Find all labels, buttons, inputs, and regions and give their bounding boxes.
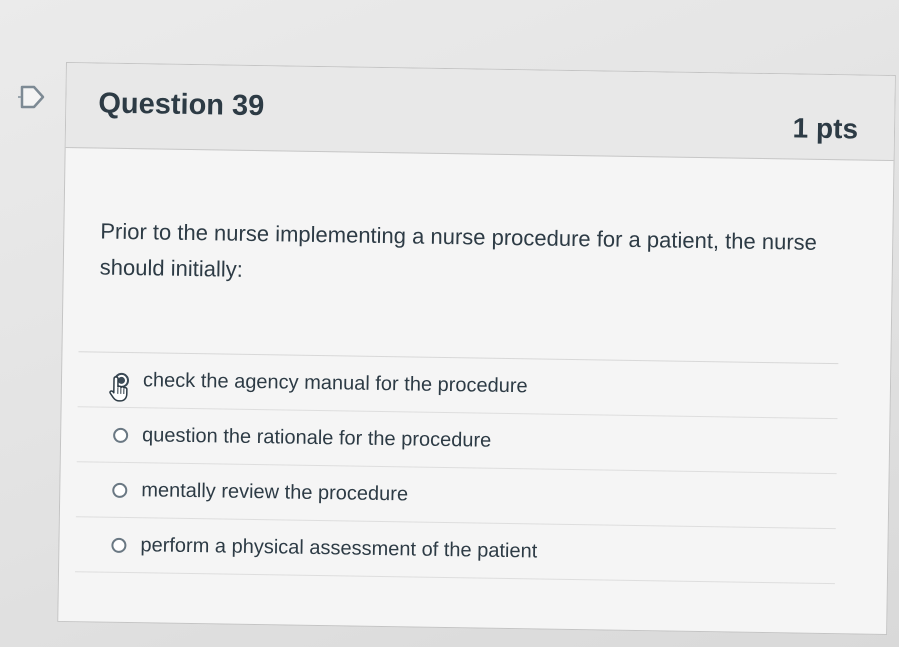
question-text: Prior to the nurse implementing a nurse …: [99, 218, 818, 282]
answer-list: check the agency manual for the procedur…: [74, 351, 839, 585]
hand-pointer-icon: [108, 375, 132, 403]
radio-button[interactable]: [111, 537, 127, 553]
question-card: Question 39 1 pts Prior to the nurse imp…: [57, 62, 896, 635]
question-header: Question 39 1 pts: [65, 63, 895, 162]
answer-label: question the rationale for the procedure: [141, 423, 492, 452]
answer-label: check the agency manual for the procedur…: [142, 368, 528, 397]
question-points: 1 pts: [792, 112, 859, 145]
radio-button[interactable]: [113, 427, 129, 443]
flag-question-icon[interactable]: [18, 84, 48, 110]
answer-label: mentally review the procedure: [141, 478, 409, 505]
question-title: Question 39: [98, 87, 265, 123]
answer-option-4[interactable]: perform a physical assessment of the pat…: [74, 517, 836, 585]
answer-label: perform a physical assessment of the pat…: [140, 533, 538, 562]
radio-button[interactable]: [112, 482, 128, 498]
